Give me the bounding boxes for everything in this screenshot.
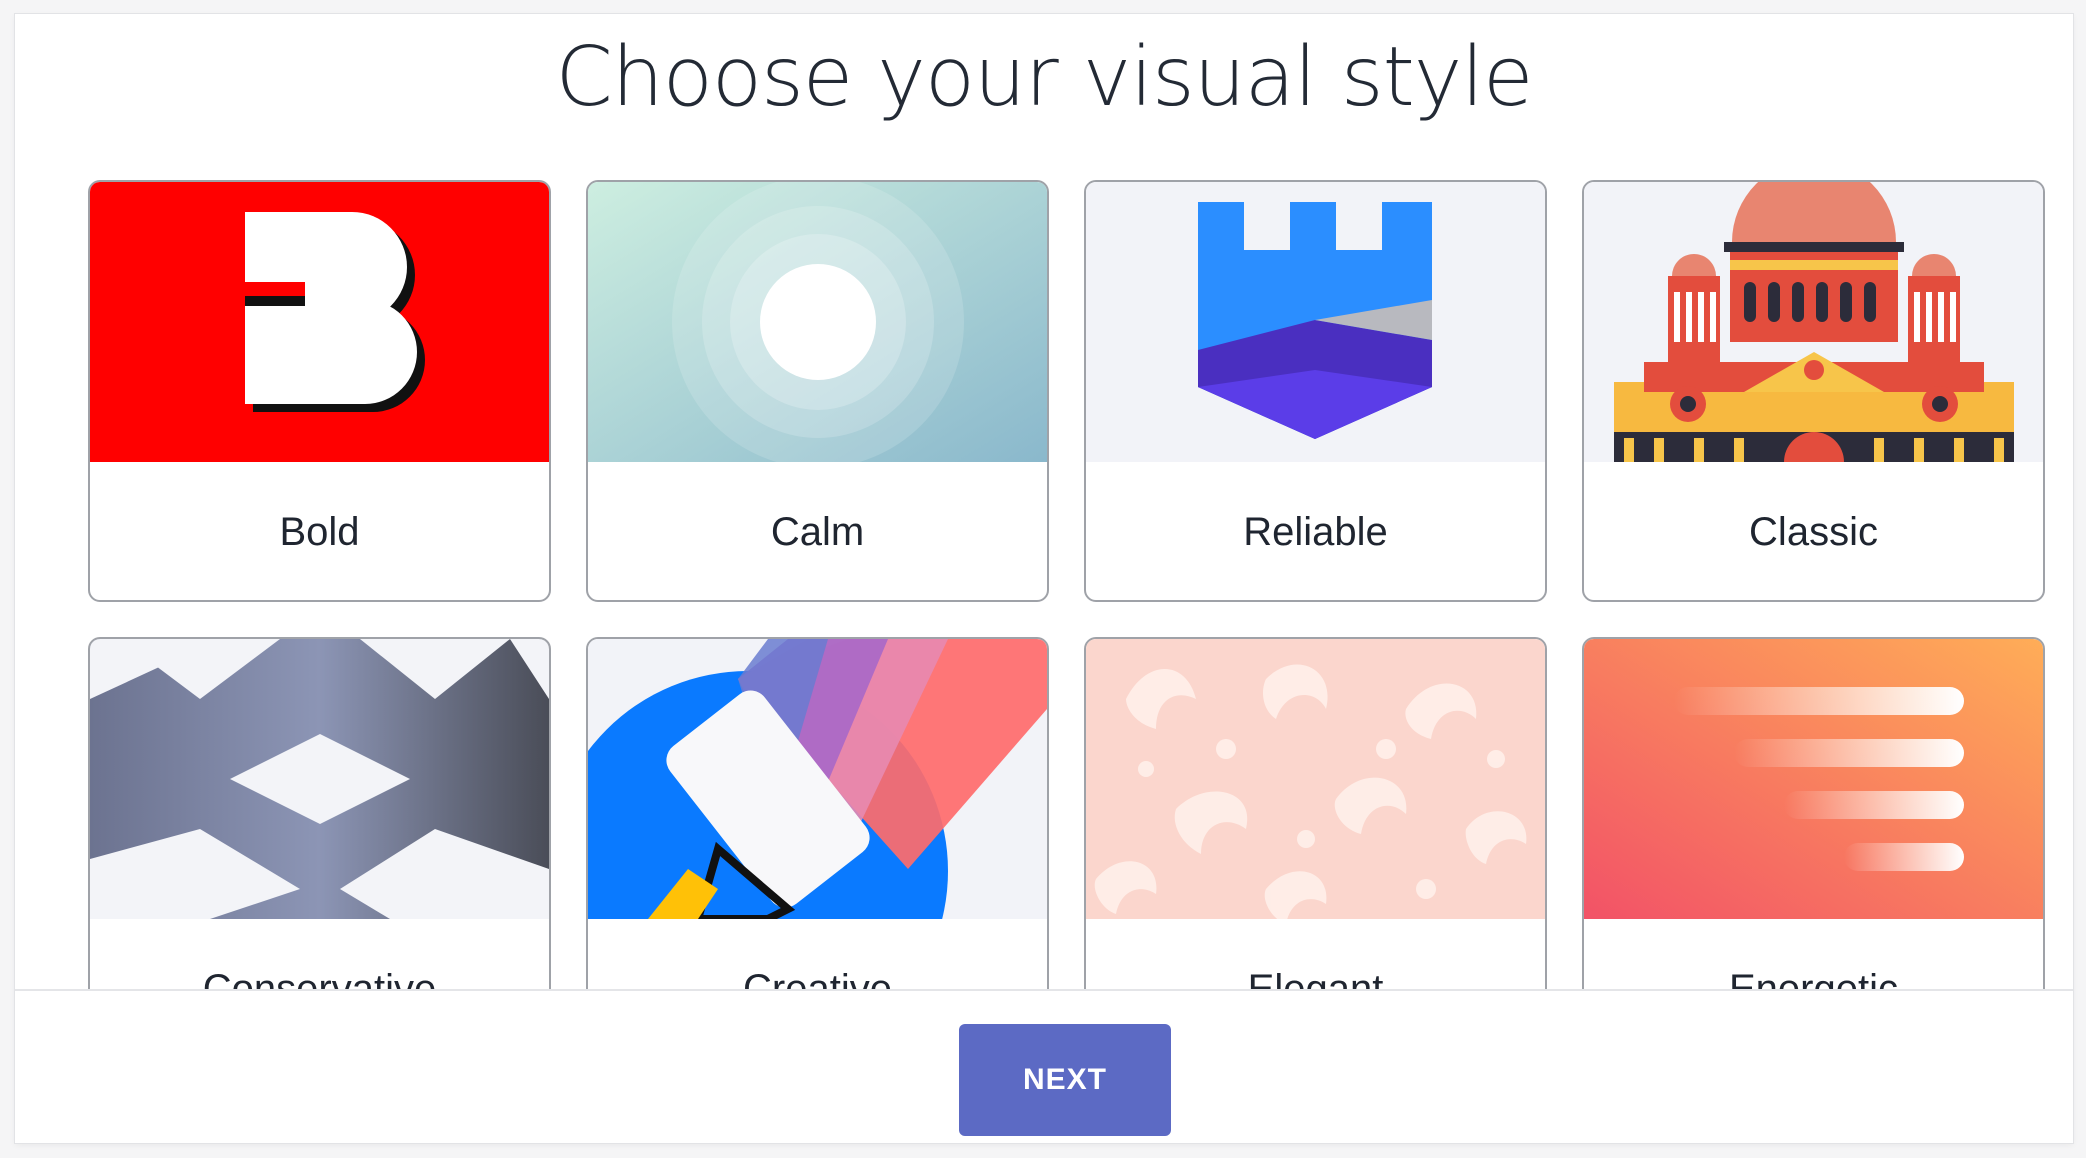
style-card-elegant[interactable]: Elegant (1084, 637, 1547, 989)
style-card-label: Bold (279, 510, 360, 554)
style-card-label: Reliable (1243, 510, 1388, 554)
style-card-label: Conservative (202, 967, 437, 989)
style-card-bold[interactable]: Bold (88, 180, 551, 602)
style-card-creative[interactable]: Creative (586, 637, 1049, 989)
style-card-conservative[interactable]: Conservative (88, 637, 551, 989)
speed-lines-icon (1584, 639, 2043, 919)
style-card-label: Classic (1749, 510, 1878, 554)
style-card-reliable[interactable]: Reliable (1084, 180, 1547, 602)
bold-b-icon (90, 182, 549, 462)
style-card-energetic[interactable]: Energetic (1582, 637, 2045, 989)
page-title: Choose your visual style (555, 30, 1534, 125)
style-card-label: Calm (770, 510, 865, 554)
next-button[interactable]: NEXT (959, 1024, 1171, 1136)
castle-shield-icon (1086, 182, 1545, 462)
style-card-label: Energetic (1729, 967, 1898, 989)
calm-circles-icon (588, 182, 1047, 462)
style-picker-dialog: Choose your visual style Bold Calm Relia… (15, 14, 2073, 1143)
damask-pattern-icon (1086, 639, 1545, 919)
style-card-label: Elegant (1247, 967, 1384, 989)
style-card-classic[interactable]: Classic (1582, 180, 2045, 602)
paint-roller-icon (588, 639, 1047, 919)
style-card-label: Creative (743, 967, 892, 989)
dialog-footer: NEXT (15, 989, 2073, 1143)
geometric-diamonds-icon (90, 639, 549, 919)
style-card-calm[interactable]: Calm (586, 180, 1049, 602)
styles-grid[interactable]: Choose your visual style Bold Calm Relia… (15, 14, 2073, 989)
palace-illustration-icon (1584, 182, 2043, 462)
